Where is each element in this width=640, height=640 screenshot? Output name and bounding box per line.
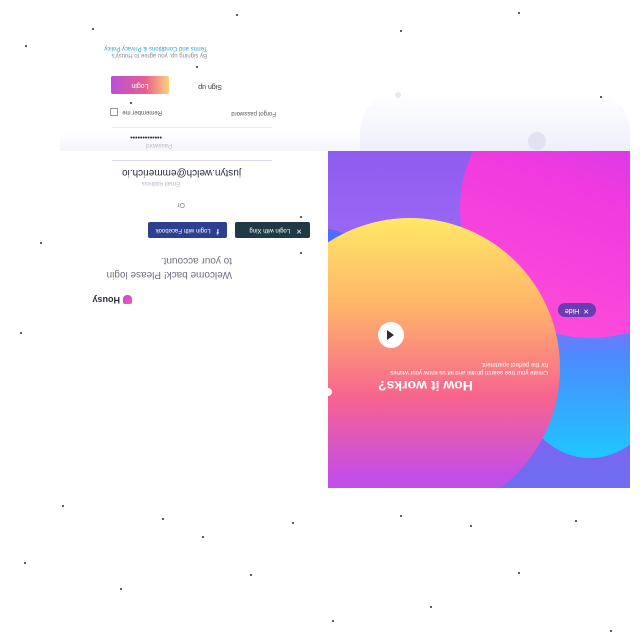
login-button[interactable]: Login: [111, 76, 169, 94]
login-form: Housy Welcome back! Please login to your…: [58, 45, 330, 488]
dot: [470, 525, 472, 527]
dot: [430, 606, 432, 608]
facebook-icon: f: [216, 227, 219, 234]
facebook-label: Login with Facebook: [155, 227, 211, 233]
play-button[interactable]: [378, 322, 404, 348]
dot: [332, 620, 334, 622]
dot: [120, 588, 122, 590]
dot: [130, 102, 132, 104]
remember-checkbox[interactable]: [110, 108, 119, 116]
dot: [196, 66, 198, 68]
terms-text: By signing up, you agree to Housy's Term…: [104, 44, 207, 58]
dot: [62, 505, 64, 507]
login-with-xing-button[interactable]: ✕ Login with Xing: [235, 222, 310, 238]
email-underline: [112, 160, 272, 161]
dot: [162, 518, 164, 520]
hero-subtitle-line-1: Create your free search profile and let …: [390, 369, 548, 375]
dot: [24, 562, 26, 564]
dot: [575, 520, 577, 522]
dot: [400, 30, 402, 32]
terms-link[interactable]: Terms and Conditions & Privacy Policy: [104, 44, 207, 51]
dot: [518, 572, 520, 574]
remember-label: Remember me: [122, 109, 162, 115]
login-with-facebook-button[interactable]: f Login with Facebook: [148, 222, 227, 238]
dot: [20, 332, 22, 334]
dot: [610, 630, 612, 632]
hero-subtitle: Create your free search profile and let …: [378, 360, 548, 376]
xing-icon: ✕: [296, 227, 302, 234]
brand-logo: Housy: [92, 295, 132, 305]
dot: [92, 28, 94, 30]
welcome-line-1: Welcome back! Please login: [106, 269, 232, 280]
or-divider: Or: [177, 201, 185, 208]
signup-button[interactable]: Sign up: [198, 83, 222, 90]
dot: [236, 14, 238, 16]
dot: [300, 216, 302, 218]
email-input[interactable]: justyn.welch@emmerich.io: [122, 167, 272, 178]
xing-label: Login with Xing: [249, 227, 291, 233]
hero-panel: ✕Hide: [328, 151, 630, 488]
close-icon: ✕: [583, 307, 590, 314]
dot: [600, 96, 602, 98]
password-underline: [112, 127, 272, 128]
social-login-row: ✕ Login with Xing f Login with Facebook: [60, 222, 310, 238]
dot: [292, 522, 294, 524]
remember-me[interactable]: Remember me: [110, 108, 162, 116]
dot: [25, 45, 27, 47]
password-label: Password: [145, 142, 172, 148]
house-logo-icon: [123, 295, 132, 305]
brand-name: Housy: [92, 295, 120, 305]
dot: [400, 515, 402, 517]
hide-label: Hide: [564, 307, 580, 314]
welcome-text: Welcome back! Please login to your accou…: [62, 253, 232, 281]
forgot-password-link[interactable]: Forgot password: [231, 110, 276, 116]
dot: [202, 536, 204, 538]
dot: [300, 252, 302, 254]
email-label: Email Address: [141, 180, 180, 186]
hero-title: How it works?: [378, 378, 473, 394]
welcome-line-2: to your account.: [160, 255, 232, 266]
terms-prefix: By signing up, you agree to Housy's: [111, 52, 207, 58]
hero-subtitle-line-2: for the perfect apartment.: [480, 361, 548, 367]
dot: [40, 242, 42, 244]
dot: [518, 12, 520, 14]
password-input[interactable]: •••••••••••••: [130, 133, 162, 140]
dot: [250, 574, 252, 576]
login-screen: ✕Hide Housy Welcome back! Please login t…: [0, 0, 640, 640]
hide-button[interactable]: ✕Hide: [558, 303, 596, 317]
